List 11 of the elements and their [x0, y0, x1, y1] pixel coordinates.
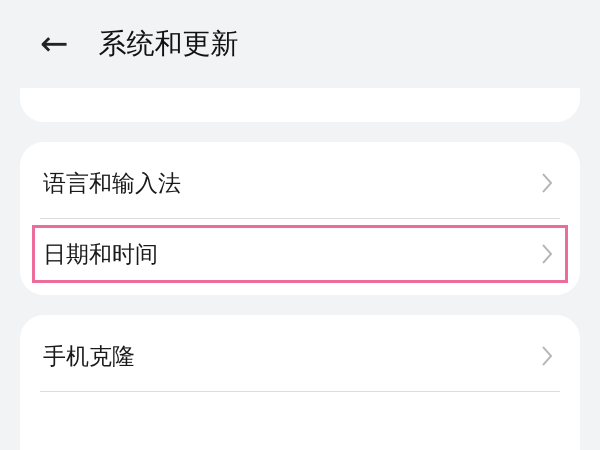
settings-item[interactable]: 手机克隆: [32, 327, 568, 385]
item-label: 手机克隆: [43, 342, 135, 372]
settings-item[interactable]: 语言和输入法: [32, 154, 568, 212]
chevron-icon: [541, 345, 553, 367]
chevron-icon: [541, 243, 553, 265]
item-label: 日期和时间: [43, 240, 158, 270]
chevron-icon: [541, 172, 553, 194]
back-button[interactable]: ←: [40, 27, 68, 61]
page-title: 系统和更新: [98, 26, 238, 62]
item-label: 语言和输入法: [43, 170, 181, 198]
settings-item[interactable]: 日期和时间: [32, 225, 568, 283]
